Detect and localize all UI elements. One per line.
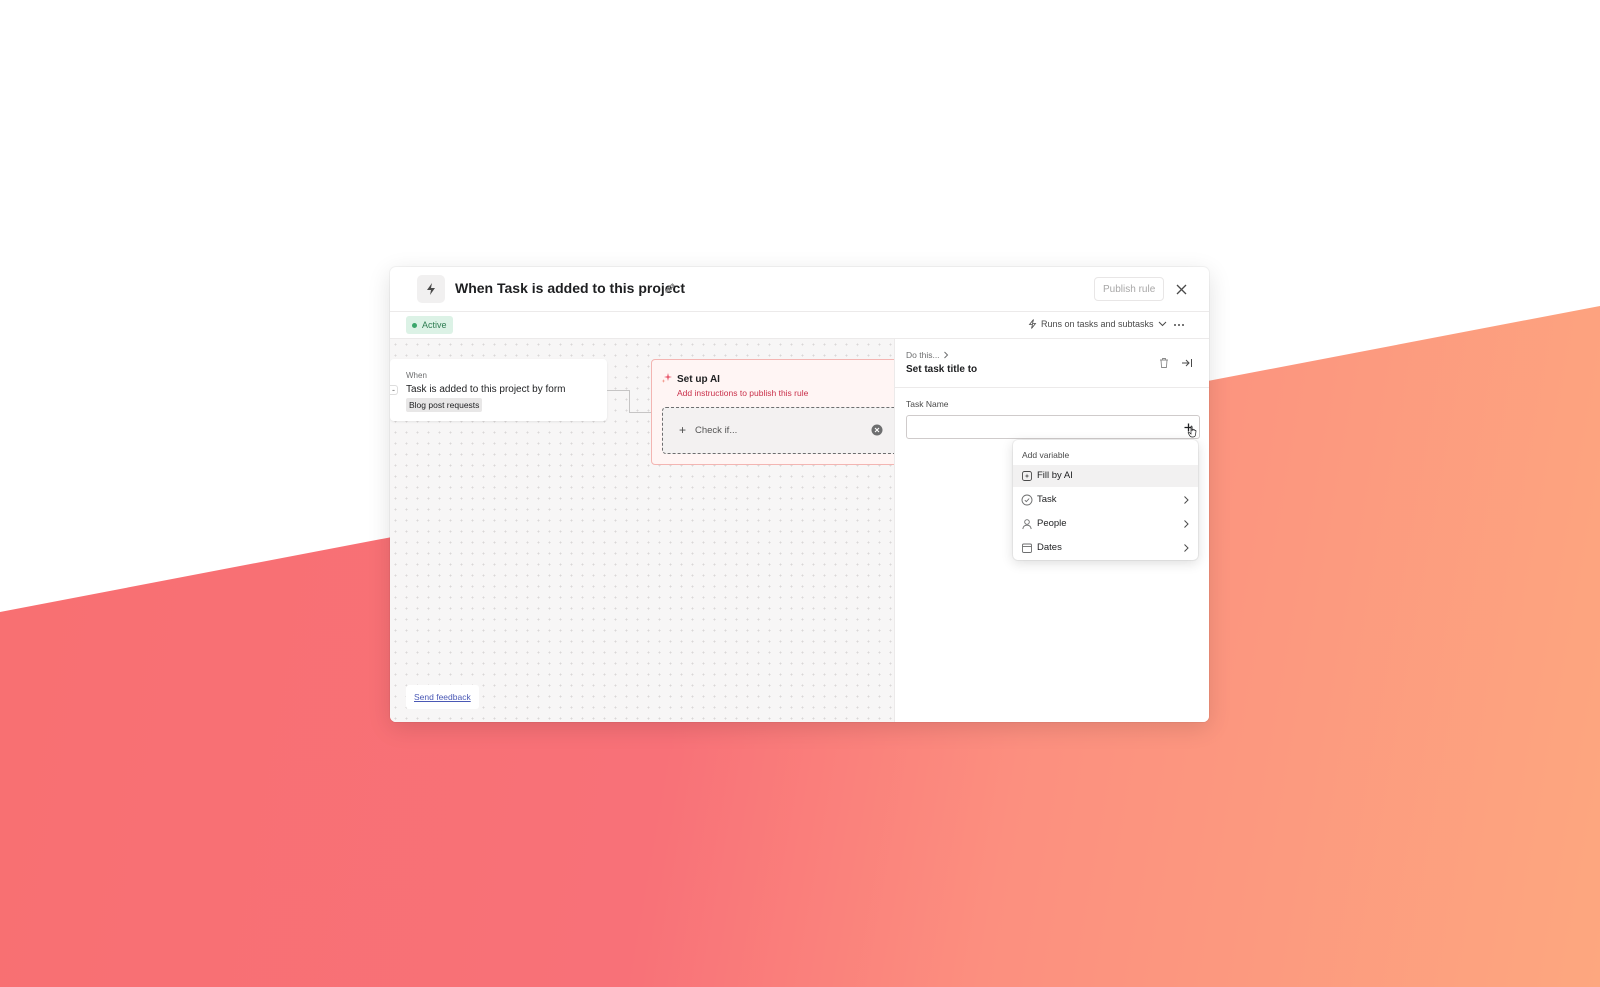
menu-item-label: Dates <box>1037 542 1062 553</box>
more-options-icon[interactable] <box>1170 317 1188 333</box>
action-panel: Do this... Set task title to Task Name A… <box>894 339 1209 722</box>
menu-heading: Add variable <box>1022 450 1070 460</box>
person-icon <box>1022 519 1032 530</box>
connector-line <box>629 412 651 413</box>
rule-title: When Task is added to this project <box>455 280 685 296</box>
ai-sparkle-icon <box>1022 471 1032 481</box>
calendar-icon <box>1022 543 1032 553</box>
chevron-down-icon <box>1158 321 1166 327</box>
menu-item-people[interactable]: People <box>1013 513 1198 535</box>
runs-on-dropdown[interactable]: Runs on tasks and subtasks <box>1028 319 1167 329</box>
send-feedback-link[interactable]: Send feedback <box>406 685 479 709</box>
add-variable-menu: Add variable Fill by AI Task People Date… <box>1013 440 1198 560</box>
status-dot <box>412 322 417 328</box>
menu-item-dates[interactable]: Dates <box>1013 537 1198 559</box>
check-circle-icon <box>1021 494 1033 506</box>
plus-icon: + <box>679 423 687 437</box>
collapse-panel-icon[interactable] <box>1181 357 1193 369</box>
check-if-label: Check if... <box>695 425 738 436</box>
workflow-canvas[interactable]: - When Task is added to this project by … <box>390 339 894 722</box>
connector-line <box>607 390 629 391</box>
rule-status-bar: Active Runs on tasks and subtasks <box>390 312 1209 339</box>
chevron-right-icon <box>943 351 948 359</box>
trigger-card[interactable]: - When Task is added to this project by … <box>390 359 607 421</box>
breadcrumb-label: Do this... <box>906 350 940 360</box>
menu-item-label: People <box>1037 518 1067 529</box>
remove-condition-icon[interactable] <box>871 424 883 436</box>
status-label: Active <box>422 320 447 330</box>
menu-item-task[interactable]: Task <box>1013 489 1198 511</box>
menu-item-label: Task <box>1037 494 1057 505</box>
publish-rule-button[interactable]: Publish rule <box>1094 277 1165 301</box>
collapse-handle[interactable]: - <box>390 385 398 395</box>
hand-cursor-icon <box>1187 425 1197 438</box>
rule-editor-window: When Task is added to this project Publi… <box>390 267 1209 722</box>
ai-sparkle-icon <box>661 373 672 383</box>
ai-card-subtitle: Add instructions to publish this rule <box>677 388 809 398</box>
rule-header: When Task is added to this project Publi… <box>390 267 1209 312</box>
lightning-small-icon <box>1028 319 1037 329</box>
ai-card-title: Set up AI <box>677 374 720 385</box>
connector-line <box>629 390 630 412</box>
trigger-label: When <box>406 371 427 380</box>
trash-icon[interactable] <box>1158 357 1170 369</box>
lightning-icon <box>417 275 445 303</box>
task-name-label: Task Name <box>906 399 949 409</box>
menu-item-label: Fill by AI <box>1037 470 1073 481</box>
task-name-input[interactable] <box>906 415 1200 439</box>
close-icon[interactable] <box>1172 280 1190 298</box>
breadcrumb[interactable]: Do this... <box>906 350 949 360</box>
chevron-right-icon <box>1184 544 1189 552</box>
check-if-condition[interactable]: + Check if... <box>662 407 894 454</box>
pencil-icon[interactable] <box>663 281 677 295</box>
panel-header: Do this... Set task title to <box>895 339 1209 388</box>
menu-item-fill-by-ai[interactable]: Fill by AI <box>1013 465 1198 487</box>
trigger-description: Task is added to this project by form <box>406 384 566 395</box>
panel-title: Set task title to <box>906 364 978 375</box>
status-badge: Active <box>406 316 453 334</box>
chevron-right-icon <box>1184 496 1189 504</box>
form-chip: Blog post requests <box>406 398 483 412</box>
ai-setup-card[interactable]: Set up AI Add instructions to publish th… <box>651 359 894 465</box>
chevron-right-icon <box>1184 520 1189 528</box>
runs-on-label: Runs on tasks and subtasks <box>1041 319 1154 329</box>
